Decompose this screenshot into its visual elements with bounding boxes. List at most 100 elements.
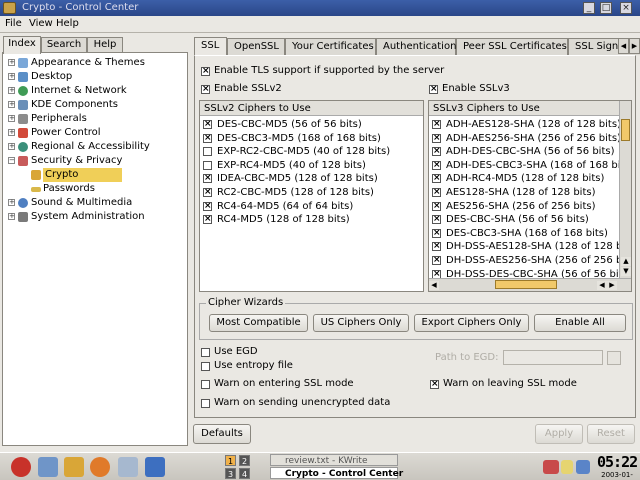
- sslv3-cipher-checkbox[interactable]: ×: [432, 201, 441, 211]
- expand-icon[interactable]: +: [8, 101, 15, 108]
- sslv3-cipher-checkbox[interactable]: ×: [432, 160, 441, 170]
- control-center-app-icon[interactable]: [3, 2, 16, 14]
- tab-scroll-left-icon[interactable]: ◀: [618, 38, 629, 54]
- close-icon[interactable]: ×: [620, 2, 632, 14]
- sslv3-cipher-checkbox[interactable]: ×: [432, 120, 441, 129]
- warn-entering-checkbox[interactable]: [201, 380, 210, 389]
- tab-help[interactable]: Help: [87, 37, 123, 53]
- expand-icon[interactable]: +: [8, 59, 15, 66]
- tab-search[interactable]: Search: [41, 37, 87, 53]
- sslv2-cipher-label: RC4-64-MD5 (64 of 64 bits): [217, 200, 354, 212]
- expand-icon[interactable]: +: [8, 129, 15, 136]
- warn-leaving-checkbox[interactable]: ×: [430, 380, 439, 389]
- scroll-left-small-icon[interactable]: ◀: [597, 281, 607, 290]
- use-egd-checkbox[interactable]: [201, 348, 210, 357]
- scroll-right-icon[interactable]: ▶: [607, 281, 617, 290]
- sslv3-cipher-checkbox[interactable]: ×: [432, 228, 441, 238]
- tab-openssl[interactable]: OpenSSL: [227, 38, 285, 55]
- desktop-1-button[interactable]: 1: [225, 455, 236, 466]
- sslv3-cipher-checkbox[interactable]: ×: [432, 215, 441, 225]
- minimize-icon[interactable]: _: [583, 2, 595, 14]
- expand-icon[interactable]: +: [8, 87, 15, 94]
- sslv3-vertical-scrollbar[interactable]: ▲ ▼: [619, 101, 631, 278]
- warn-unencrypted-checkbox[interactable]: [201, 399, 210, 408]
- defaults-button[interactable]: Defaults: [193, 424, 251, 444]
- apply-button[interactable]: Apply: [535, 424, 583, 444]
- sslv2-cipher-label: RC2-CBC-MD5 (128 of 128 bits): [217, 187, 374, 198]
- sslv3-cipher-label: AES128-SHA (128 of 128 bits): [446, 187, 596, 198]
- expand-icon[interactable]: +: [8, 213, 15, 220]
- horizontal-scroll-thumb[interactable]: [495, 280, 557, 289]
- sslv2-cipher-label: EXP-RC4-MD5 (40 of 128 bits): [217, 159, 366, 171]
- sslv2-cipher-label: RC4-MD5 (128 of 128 bits): [217, 214, 350, 226]
- path-to-egd-input[interactable]: [503, 350, 603, 365]
- menu-view[interactable]: View: [29, 18, 53, 29]
- enable-sslv2-checkbox[interactable]: ×: [201, 85, 210, 94]
- sslv2-cipher-checkbox[interactable]: ×: [203, 133, 212, 143]
- sslv2-cipher-checkbox[interactable]: [203, 160, 212, 170]
- enable-all-button[interactable]: Enable All: [534, 314, 626, 332]
- sslv3-cipher-checkbox[interactable]: ×: [432, 133, 441, 143]
- sslv2-cipher-checkbox[interactable]: ×: [203, 201, 212, 211]
- scroll-up-icon[interactable]: ▲: [621, 257, 631, 266]
- sslv2-cipher-checkbox[interactable]: ×: [203, 120, 212, 129]
- sslv3-cipher-checkbox[interactable]: ×: [432, 147, 441, 157]
- konqueror-icon[interactable]: [64, 457, 84, 477]
- window-title: Crypto - Control Center: [22, 2, 139, 13]
- kde-menu-icon[interactable]: [11, 457, 31, 477]
- tab-ssl[interactable]: SSL: [194, 37, 227, 55]
- desktop-2-button[interactable]: 2: [239, 455, 250, 466]
- scroll-thumb[interactable]: [621, 119, 630, 141]
- desktop-icon[interactable]: [38, 457, 58, 477]
- expand-icon[interactable]: +: [8, 73, 15, 80]
- sslv3-cipher-checkbox[interactable]: ×: [432, 256, 441, 265]
- taskbar-kwrite[interactable]: review.txt - KWrite: [270, 454, 398, 466]
- use-egd-label: Use EGD: [214, 346, 258, 357]
- us-ciphers-only-button[interactable]: US Ciphers Only: [313, 314, 409, 332]
- desktop-3-button[interactable]: 3: [225, 468, 236, 479]
- menu-file[interactable]: File: [5, 18, 22, 29]
- scroll-down-icon[interactable]: ▼: [621, 267, 631, 276]
- network-icon[interactable]: [576, 460, 590, 474]
- tab-index[interactable]: Index: [3, 36, 41, 54]
- sslv3-cipher-label: DES-CBC-SHA (56 of 56 bits): [446, 214, 589, 226]
- folder-browse-icon[interactable]: [607, 351, 621, 365]
- keyboard-layout-icon[interactable]: [543, 460, 559, 474]
- sslv2-cipher-checkbox[interactable]: [203, 147, 212, 157]
- use-entropy-label: Use entropy file: [214, 360, 293, 371]
- taskbar-control-center[interactable]: Crypto - Control Center: [270, 467, 403, 479]
- control-center-icon[interactable]: [118, 457, 138, 477]
- export-ciphers-only-button[interactable]: Export Ciphers Only: [414, 314, 529, 332]
- expand-icon[interactable]: +: [8, 115, 15, 122]
- expand-icon[interactable]: +: [8, 199, 15, 206]
- help-icon[interactable]: [145, 457, 165, 477]
- title-bar[interactable]: Crypto - Control Center _ □ ×: [0, 0, 640, 16]
- lock-icon: [31, 170, 41, 180]
- sslv3-cipher-checkbox[interactable]: ×: [432, 242, 441, 252]
- tab-your-certificates[interactable]: Your Certificates: [285, 38, 376, 55]
- sslv2-cipher-checkbox[interactable]: ×: [203, 174, 212, 184]
- use-entropy-checkbox[interactable]: [201, 362, 210, 371]
- clock[interactable]: 05:22 2003-01-16: [597, 454, 638, 480]
- scroll-left-icon[interactable]: ◀: [429, 281, 439, 290]
- sslv3-cipher-checkbox[interactable]: ×: [432, 188, 441, 197]
- tab-authentication[interactable]: Authentication: [376, 38, 456, 55]
- sslv2-cipher-checkbox[interactable]: ×: [203, 215, 212, 225]
- tab-peer-ssl-certificates[interactable]: Peer SSL Certificates: [456, 38, 568, 55]
- desktop-4-button[interactable]: 4: [239, 468, 250, 479]
- most-compatible-button[interactable]: Most Compatible: [209, 314, 308, 332]
- menu-help[interactable]: Help: [56, 18, 79, 29]
- tab-scroll-right-icon[interactable]: ▶: [629, 38, 640, 54]
- enable-tls-checkbox[interactable]: ×: [201, 67, 210, 76]
- reset-button[interactable]: Reset: [587, 424, 635, 444]
- collapse-icon[interactable]: −: [8, 157, 15, 164]
- system-admin-icon: [18, 212, 28, 222]
- sslv3-horizontal-scrollbar[interactable]: ◀ ◀ ▶: [429, 278, 631, 291]
- enable-sslv3-checkbox[interactable]: ×: [429, 85, 438, 94]
- sslv2-cipher-checkbox[interactable]: ×: [203, 188, 212, 197]
- maximize-icon[interactable]: □: [600, 2, 612, 14]
- mozilla-icon[interactable]: [90, 457, 110, 477]
- sslv3-cipher-checkbox[interactable]: ×: [432, 174, 441, 184]
- expand-icon[interactable]: +: [8, 143, 15, 150]
- klipper-icon[interactable]: [561, 460, 573, 474]
